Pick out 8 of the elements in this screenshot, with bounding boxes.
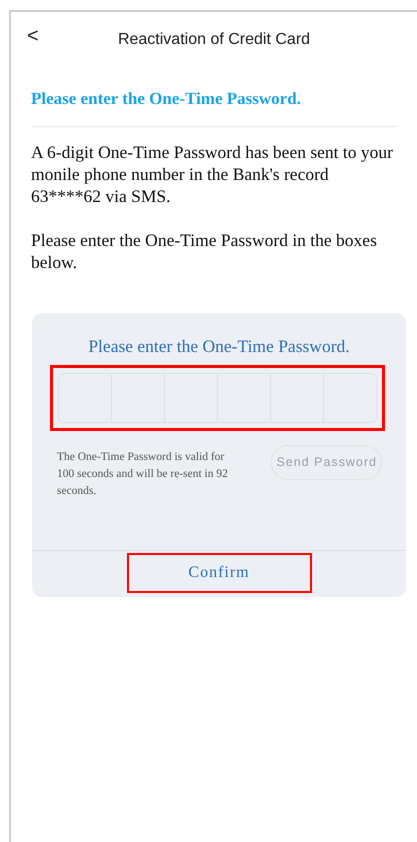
page-title: Reactivation of Credit Card	[118, 30, 310, 50]
validity-hint: The One-Time Password is valid for 100 seconds and will be re-sent in 92 seconds.	[57, 450, 229, 499]
confirm-button[interactable]: Confirm	[126, 552, 312, 593]
section-heading: Please enter the One-Time Password.	[31, 86, 397, 126]
card-title: Please enter the One-Time Password.	[87, 334, 351, 358]
instruction-text: A 6-digit One-Time Password has been sent to your monile phone number in the Bank's record 63****62 via SMS.	[31, 140, 394, 206]
instruction-text: Please enter the One-Time Password in the boxes below.	[31, 228, 378, 272]
back-button[interactable]: <	[23, 26, 43, 46]
